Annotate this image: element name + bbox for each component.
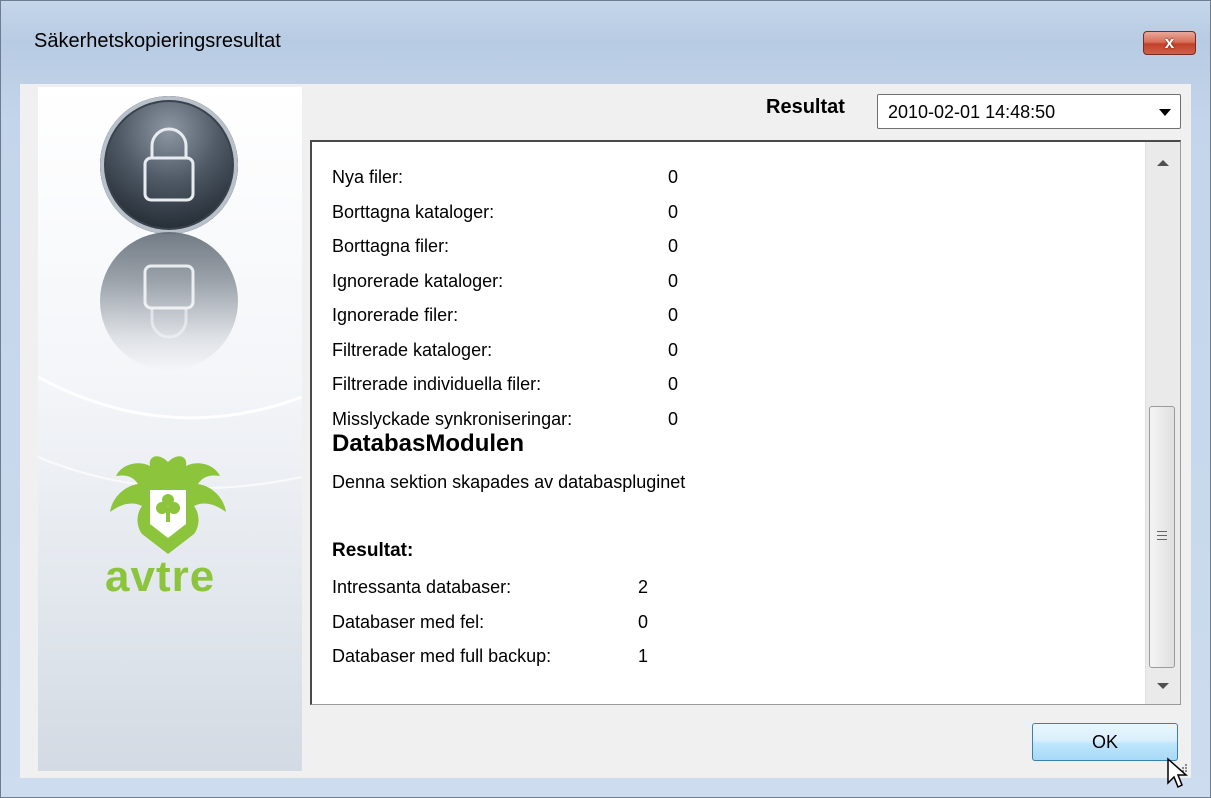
results-label: Resultat	[766, 96, 845, 118]
scroll-down-arrow-icon[interactable]	[1157, 683, 1169, 689]
chevron-down-icon[interactable]	[1159, 109, 1171, 116]
scroll-thumb[interactable]	[1149, 406, 1175, 668]
scroll-up-arrow-icon[interactable]	[1157, 160, 1169, 166]
ok-button[interactable]: OK	[1032, 723, 1178, 761]
close-button[interactable]: x	[1143, 31, 1196, 55]
sidebar-panel: avtre	[38, 87, 302, 771]
report-content-panel[interactable]: ​ Nya filer:0 Borttagna kataloger:0 Bort…	[310, 140, 1181, 705]
module-title: DatabasModulen	[332, 430, 525, 457]
window-title: Säkerhetskopieringsresultat	[34, 30, 281, 52]
results-date-select[interactable]: 2010-02-01 14:48:50	[877, 94, 1181, 129]
grip-icon	[1157, 531, 1167, 543]
mouse-cursor-icon	[1167, 757, 1188, 789]
vertical-scrollbar[interactable]	[1145, 142, 1180, 704]
results-date-value: 2010-02-01 14:48:50	[888, 102, 1056, 122]
close-icon: x	[1164, 33, 1175, 52]
lock-icon	[100, 96, 238, 234]
result-heading: Resultat:	[332, 540, 414, 561]
module-description: Denna sektion skapades av databasplugine…	[332, 472, 686, 492]
title-bar[interactable]: Säkerhetskopieringsresultat x	[1, 1, 1210, 85]
brand-logo-text: avtre	[105, 552, 216, 601]
